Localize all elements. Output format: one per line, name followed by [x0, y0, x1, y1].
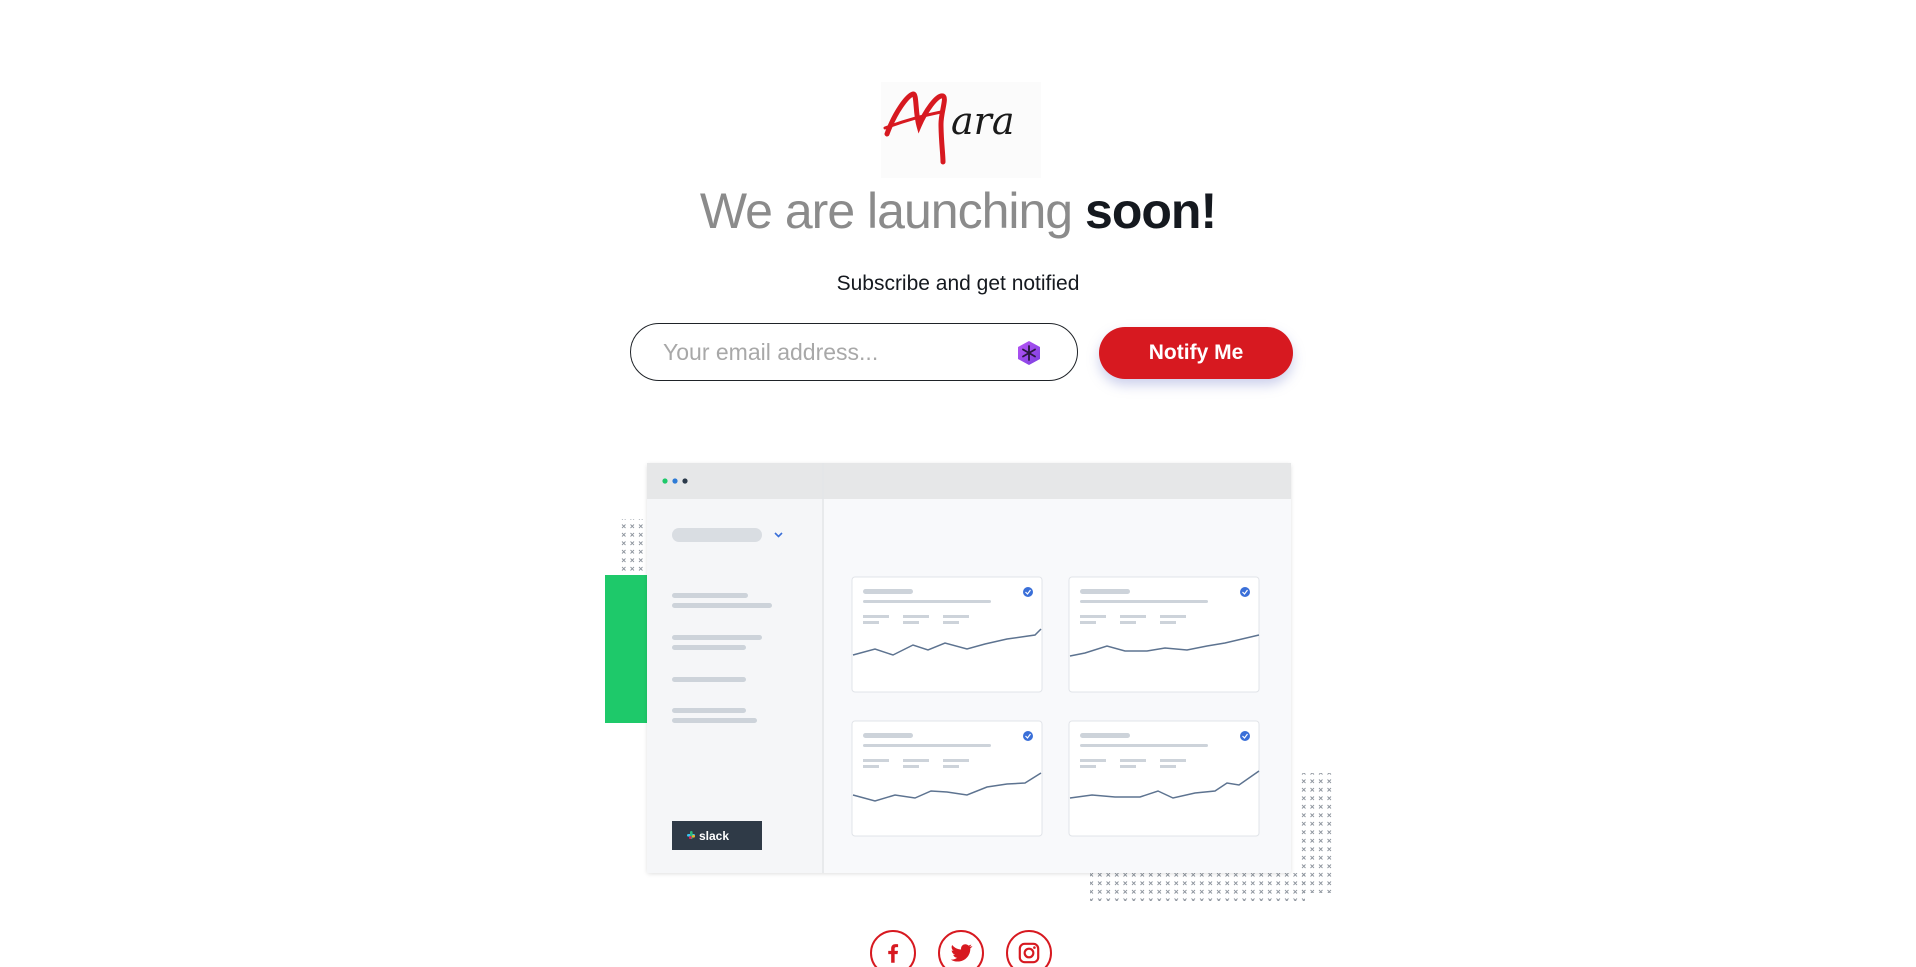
instagram-icon	[1018, 942, 1040, 964]
page-headline: We are launching soon!	[0, 182, 1916, 240]
chart-card	[1068, 720, 1260, 837]
email-input[interactable]	[663, 336, 1003, 368]
headline-bold: soon!	[1085, 183, 1217, 239]
chart-card	[851, 720, 1043, 837]
dashboard-illustration-image: slack	[605, 463, 1335, 901]
facebook-link[interactable]	[870, 930, 916, 967]
chart-card	[1068, 576, 1260, 693]
slack-button-label: slack	[699, 829, 729, 843]
notify-me-button[interactable]: Notify Me	[1099, 327, 1293, 379]
chart-card	[851, 576, 1043, 693]
brand-logo: ara	[881, 82, 1041, 178]
logo-text: ara	[951, 99, 1014, 143]
instagram-link[interactable]	[1006, 930, 1052, 967]
social-links	[870, 930, 1052, 967]
email-field-wrapper	[630, 323, 1078, 381]
mara-logo-image: ara	[883, 91, 1014, 165]
dashboard-illustration: slack	[595, 455, 1335, 905]
facebook-icon	[888, 944, 899, 963]
headline-light: We are launching	[699, 183, 1073, 239]
twitter-link[interactable]	[938, 930, 984, 967]
extension-hexagon-icon[interactable]	[1015, 339, 1043, 367]
subtitle: Subscribe and get notified	[836, 272, 1080, 295]
twitter-icon	[950, 944, 973, 962]
